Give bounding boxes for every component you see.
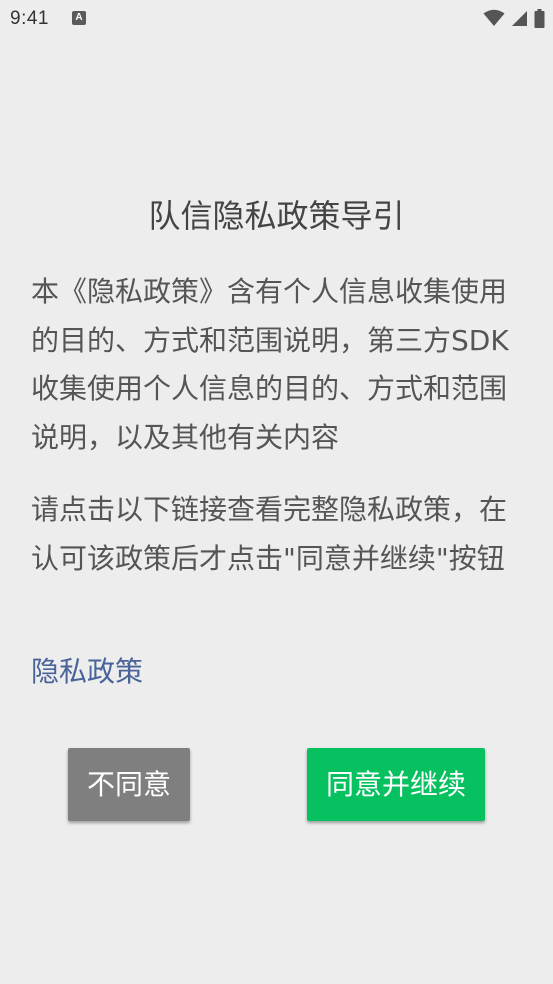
status-icons	[483, 8, 545, 28]
status-bar: 9:41 A	[0, 0, 553, 36]
disagree-button[interactable]: 不同意	[68, 748, 190, 821]
status-time: 9:41	[10, 8, 49, 29]
app-notification-icon: A	[72, 11, 86, 25]
agree-and-continue-button[interactable]: 同意并继续	[307, 748, 485, 821]
policy-description: 本《隐私政策》含有个人信息收集使用的目的、方式和范围说明，第三方SDK收集使用个…	[31, 275, 509, 454]
dialog-title: 队信隐私政策导引	[148, 197, 405, 235]
policy-instruction: 请点击以下链接查看完整隐私政策，在认可该政策后才点击"同意并继续"按钮	[31, 493, 508, 575]
signal-icon	[512, 10, 527, 26]
battery-icon	[534, 8, 545, 28]
wifi-icon	[483, 9, 505, 26]
privacy-policy-link[interactable]: 隐私政策	[31, 648, 143, 696]
